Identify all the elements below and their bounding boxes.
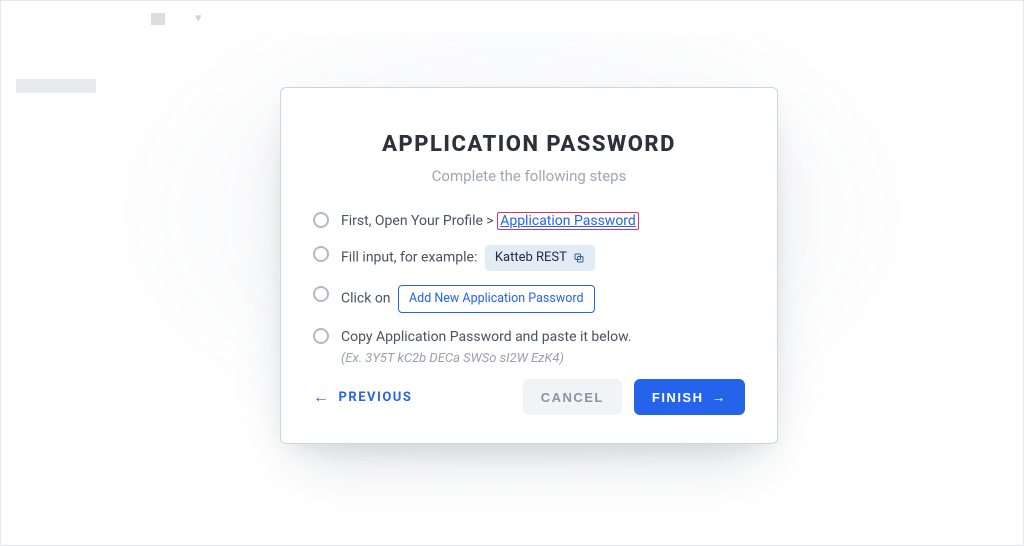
background-topbar: ▾ <box>151 11 202 26</box>
copy-icon <box>573 252 585 264</box>
step-4-line: Copy Application Password and paste it b… <box>341 327 631 347</box>
modal-subtitle: Complete the following steps <box>313 167 745 185</box>
bg-glyph <box>151 13 165 25</box>
step-2: Fill input, for example: Katteb REST <box>313 245 745 271</box>
step-radio[interactable] <box>313 246 329 262</box>
step-radio[interactable] <box>313 212 329 228</box>
previous-label: PREVIOUS <box>339 390 413 405</box>
modal-title: APPLICATION PASSWORD <box>313 132 745 157</box>
arrow-left-icon: ← <box>313 387 331 407</box>
step-1: First, Open Your Profile > Application P… <box>313 211 745 231</box>
cancel-button[interactable]: CANCEL <box>523 379 622 415</box>
add-new-application-password-button[interactable]: Add New Application Password <box>398 285 594 313</box>
step-radio[interactable] <box>313 328 329 344</box>
step-4: Copy Application Password and paste it b… <box>313 327 745 369</box>
steps-list: First, Open Your Profile > Application P… <box>313 211 745 369</box>
example-input-pill[interactable]: Katteb REST <box>485 245 595 271</box>
step-4-hint: (Ex. 3Y5T kC2b DECa SWSo sI2W EzK4) <box>341 349 631 369</box>
application-password-link[interactable]: Application Password <box>497 212 639 230</box>
step-3: Click on Add New Application Password <box>313 285 745 313</box>
step-3-prefix: Click on <box>341 291 391 307</box>
bg-dropdown: ▾ <box>195 11 202 26</box>
arrow-right-icon: → <box>712 389 728 405</box>
step-1-prefix: First, Open Your Profile > <box>341 213 497 229</box>
previous-button[interactable]: ← PREVIOUS <box>313 387 412 407</box>
step-radio[interactable] <box>313 286 329 302</box>
example-input-text: Katteb REST <box>495 248 567 268</box>
modal-footer: ← PREVIOUS CANCEL FINISH → <box>313 379 745 415</box>
application-password-modal: APPLICATION PASSWORD Complete the follow… <box>280 87 778 444</box>
step-2-prefix: Fill input, for example: <box>341 250 477 266</box>
background-sidebar-label <box>16 79 96 93</box>
finish-label: FINISH <box>652 390 704 405</box>
finish-button[interactable]: FINISH → <box>634 379 745 415</box>
